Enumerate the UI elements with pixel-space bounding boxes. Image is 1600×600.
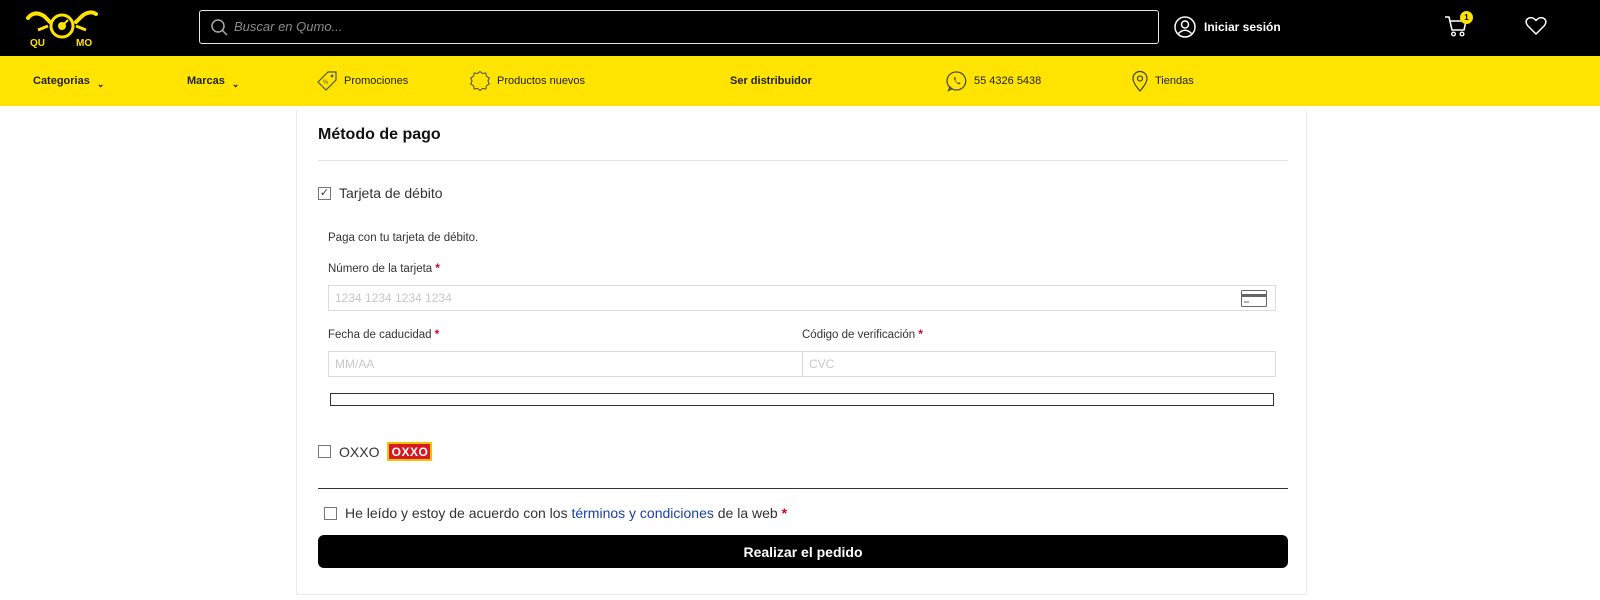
required-mark: * [781,505,788,521]
terms-agreement[interactable]: He leído y estoy de acuerdo con los térm… [324,505,787,521]
required-mark: * [434,329,440,341]
nav-phone-label: 55 4326 5438 [974,75,1042,87]
oxxo-option[interactable]: OXXO OXXO [318,442,433,461]
debit-card-option[interactable]: ✓ Tarjeta de débito [318,185,443,201]
category-navbar: Categorias ⌄ Marcas ⌄ % Promociones Produc… [0,56,1600,106]
debit-card-checkbox[interactable]: ✓ [318,186,331,200]
payment-method-panel: Método de pago ✓ Tarjeta de débito Paga … [296,110,1307,595]
terms-link[interactable]: términos y condiciones [571,505,713,521]
cvc-label: Código de verificación * [802,329,923,341]
terms-suffix: de la web [717,505,778,521]
terms-checkbox[interactable] [324,506,337,520]
chevron-down-icon: ⌄ [96,78,105,89]
nav-phone[interactable]: 55 4326 5438 [946,56,1041,106]
chevron-down-icon: ⌄ [231,78,240,89]
cvc-label-text: Código de verificación [802,329,916,341]
login-button[interactable]: Iniciar sesión [1174,15,1281,39]
nav-distributor-label: Ser distribuidor [730,75,812,87]
oxxo-checkbox[interactable] [318,445,331,458]
top-header: QU MO Iniciar sesión 1 [0,0,1600,56]
nav-distributor[interactable]: Ser distribuidor [730,56,812,106]
nav-new-products[interactable]: Productos nuevos [469,56,585,106]
oxxo-logo: OXXO [387,442,433,461]
payment-title: Método de pago [318,126,441,143]
search-input[interactable] [234,11,1134,42]
nav-promotions[interactable]: % Promociones [316,56,408,106]
expiry-field[interactable] [328,351,803,377]
debit-card-description: Paga con tu tarjeta de débito. [328,232,479,244]
search-icon [211,19,228,36]
cvc-input[interactable] [803,352,1275,376]
place-order-button[interactable]: Realizar el pedido [318,535,1288,568]
card-element-frame [330,393,1274,406]
debit-card-label: Tarjeta de débito [339,185,443,201]
terms-prefix: He leído y estoy de acuerdo con los [345,505,568,521]
nav-promotions-label: Promociones [344,75,409,87]
nav-categories-label: Categorias [33,75,90,87]
heart-icon [1525,16,1547,35]
expiry-label: Fecha de caducidad * [328,329,439,341]
whatsapp-icon [946,71,967,92]
qumo-logo[interactable]: QU MO [24,8,100,49]
svg-text:QU: QU [30,38,45,48]
expiry-input[interactable] [329,352,802,376]
oxxo-label: OXXO [339,443,380,460]
card-number-label: Número de la tarjeta * [328,263,440,275]
nav-brands[interactable]: Marcas ⌄ [187,56,239,106]
badge-icon [470,70,490,92]
card-number-label-text: Número de la tarjeta [328,263,433,275]
divider [318,160,1288,161]
svg-text:%: % [323,80,329,86]
expiry-label-text: Fecha de caducidad [328,329,432,341]
terms-text: He leído y estoy de acuerdo con los térm… [345,505,787,521]
wishlist-button[interactable] [1525,16,1549,38]
card-number-input[interactable] [329,286,1275,310]
card-number-field[interactable] [328,285,1276,311]
location-pin-icon [1132,70,1148,92]
credit-card-icon [1241,290,1267,307]
search-bar[interactable] [199,10,1159,44]
nav-new-products-label: Productos nuevos [497,75,586,87]
required-mark: * [918,329,923,341]
nav-categories[interactable]: Categorias ⌄ [33,56,104,106]
cart-count-badge: 1 [1460,11,1473,24]
login-label: Iniciar sesión [1204,20,1281,34]
cvc-field[interactable] [802,351,1276,377]
user-icon [1174,16,1196,38]
nav-stores[interactable]: Tiendas [1131,56,1194,106]
divider [318,488,1288,489]
required-mark: * [435,263,440,275]
nav-stores-label: Tiendas [1155,75,1194,87]
svg-text:MO: MO [76,38,92,48]
nav-brands-label: Marcas [187,75,225,87]
tag-icon: % [317,71,337,91]
cart-button[interactable]: 1 [1444,11,1473,40]
